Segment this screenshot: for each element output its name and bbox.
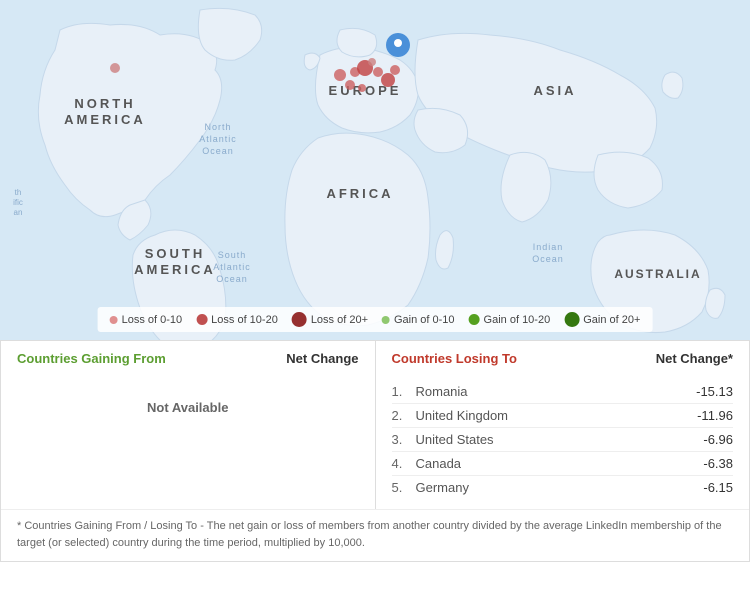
- legend-dot-gain-20plus: [564, 312, 579, 327]
- svg-text:ASIA: ASIA: [533, 83, 576, 98]
- row-value: -11.96: [697, 408, 733, 423]
- legend-dot-gain-0-10: [382, 316, 390, 324]
- table-row: 2. United Kingdom -11.96: [392, 403, 734, 427]
- row-value: -6.15: [703, 480, 733, 495]
- svg-text:South: South: [218, 250, 247, 260]
- losing-table-netchange-label: Net Change*: [656, 351, 733, 366]
- svg-text:Atlantic: Atlantic: [213, 262, 251, 272]
- row-country: United States: [416, 432, 494, 447]
- svg-text:AUSTRALIA: AUSTRALIA: [614, 267, 701, 281]
- row-value: -6.38: [703, 456, 733, 471]
- footnote-section: * Countries Gaining From / Losing To - T…: [1, 509, 749, 561]
- svg-text:Atlantic: Atlantic: [199, 134, 237, 144]
- legend-item-gain-20plus: Gain of 20+: [564, 312, 640, 327]
- map-section: North Atlantic Ocean South Atlantic Ocea…: [0, 0, 750, 340]
- gaining-table: Countries Gaining From Net Change Not Av…: [1, 341, 376, 509]
- row-value: -15.13: [696, 384, 733, 399]
- legend-dot-gain-10-20: [469, 314, 480, 325]
- losing-table-rows: 1. Romania -15.13 2. United Kingdom -11.…: [392, 380, 734, 499]
- svg-text:th: th: [15, 188, 22, 197]
- legend-item-loss-0-10: Loss of 0-10: [110, 314, 183, 326]
- svg-text:Ocean: Ocean: [202, 146, 234, 156]
- table-row: 1. Romania -15.13: [392, 380, 734, 403]
- row-rank: 5.: [392, 480, 410, 495]
- svg-text:North: North: [204, 122, 231, 132]
- row-value: -6.96: [703, 432, 733, 447]
- row-left: 2. United Kingdom: [392, 408, 509, 423]
- not-available-text: Not Available: [17, 380, 359, 435]
- svg-text:Indian: Indian: [533, 242, 564, 252]
- row-country: Germany: [416, 480, 469, 495]
- gaining-table-netchange-label: Net Change: [286, 351, 358, 366]
- losing-table: Countries Losing To Net Change* 1. Roman…: [376, 341, 750, 509]
- losing-table-header: Countries Losing To Net Change*: [392, 351, 734, 372]
- data-tables: Countries Gaining From Net Change Not Av…: [1, 340, 749, 509]
- svg-text:Ocean: Ocean: [216, 274, 248, 284]
- footnote-text: * Countries Gaining From / Losing To - T…: [17, 518, 733, 551]
- svg-text:SOUTH: SOUTH: [145, 246, 206, 261]
- row-rank: 3.: [392, 432, 410, 447]
- legend-dot-loss-10-20: [196, 314, 207, 325]
- gaining-table-header: Countries Gaining From Net Change: [17, 351, 359, 372]
- svg-text:ific: ific: [13, 198, 23, 207]
- svg-text:an: an: [14, 208, 23, 217]
- row-left: 5. Germany: [392, 480, 469, 495]
- svg-text:AMERICA: AMERICA: [134, 262, 216, 277]
- table-row: 3. United States -6.96: [392, 427, 734, 451]
- svg-text:NORTH: NORTH: [74, 96, 135, 111]
- row-rank: 2.: [392, 408, 410, 423]
- row-country: United Kingdom: [416, 408, 509, 423]
- table-row: 4. Canada -6.38: [392, 451, 734, 475]
- row-rank: 4.: [392, 456, 410, 471]
- row-rank: 1.: [392, 384, 410, 399]
- svg-text:Ocean: Ocean: [532, 254, 564, 264]
- losing-table-title: Countries Losing To: [392, 351, 517, 366]
- legend-item-gain-10-20: Gain of 10-20: [469, 314, 551, 326]
- svg-text:AFRICA: AFRICA: [326, 186, 393, 201]
- legend-item-loss-20plus: Loss of 20+: [292, 312, 368, 327]
- row-left: 3. United States: [392, 432, 494, 447]
- table-row: 5. Germany -6.15: [392, 475, 734, 499]
- row-left: 4. Canada: [392, 456, 462, 471]
- row-left: 1. Romania: [392, 384, 468, 399]
- data-section: Countries Gaining From Net Change Not Av…: [0, 340, 750, 562]
- legend-dot-loss-0-10: [110, 316, 118, 324]
- gaining-table-title: Countries Gaining From: [17, 351, 166, 366]
- map-legend: Loss of 0-10 Loss of 10-20 Loss of 20+ G…: [98, 307, 653, 332]
- legend-item-gain-0-10: Gain of 0-10: [382, 314, 455, 326]
- legend-dot-loss-20plus: [292, 312, 307, 327]
- row-country: Canada: [416, 456, 462, 471]
- svg-text:AMERICA: AMERICA: [64, 112, 146, 127]
- legend-item-loss-10-20: Loss of 10-20: [196, 314, 278, 326]
- row-country: Romania: [416, 384, 468, 399]
